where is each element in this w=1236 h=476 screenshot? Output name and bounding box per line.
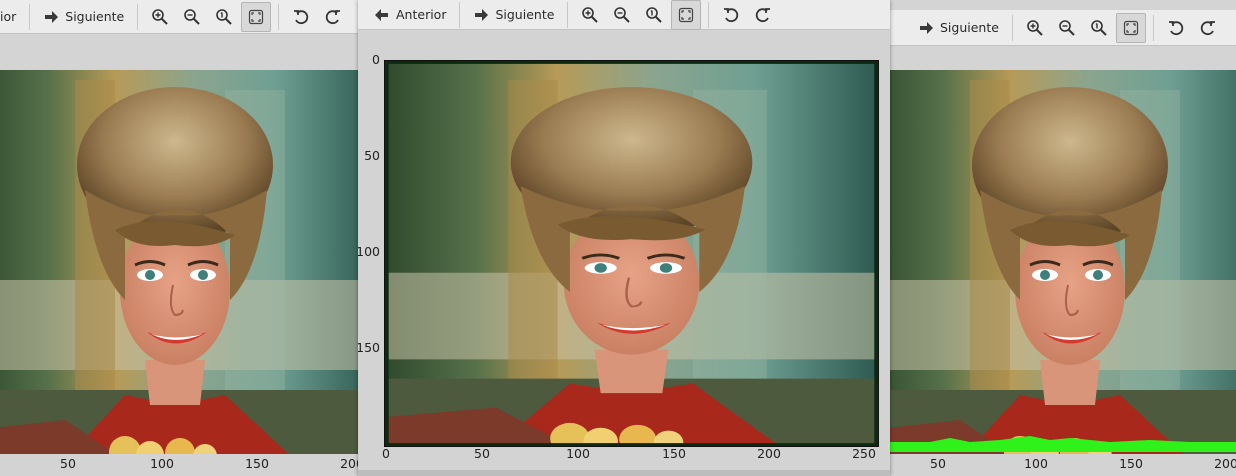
center-image (384, 60, 879, 447)
y-tick-label: 50 (364, 148, 380, 163)
rotate-left-button[interactable] (716, 0, 746, 30)
rotate-left-icon (724, 7, 739, 22)
rotate-right-button[interactable] (1193, 13, 1223, 43)
zoom-out-icon (184, 8, 200, 25)
prev-label: ior (0, 9, 17, 24)
window-bottom-edge (358, 470, 890, 476)
fit-window-icon (1123, 20, 1139, 35)
right-canvas[interactable] (890, 70, 1236, 476)
x-tick-label: 150 (245, 456, 269, 471)
zoom-in-icon (1027, 19, 1043, 36)
x-tick-label: 250 (852, 446, 876, 461)
x-tick-label: 200 (1214, 456, 1236, 471)
x-tick-label: 100 (150, 456, 174, 471)
zoom-reset-button[interactable] (639, 0, 669, 30)
center-canvas[interactable] (358, 40, 890, 470)
next-label: Siguiente (495, 7, 555, 22)
zoom-in-icon (152, 8, 168, 25)
toolbar-separator (567, 1, 569, 28)
rotate-right-icon (756, 7, 771, 22)
rotate-left-button[interactable] (1161, 13, 1191, 43)
next-button[interactable]: Siguiente (912, 13, 1005, 43)
zoom-reset-icon (1091, 19, 1107, 36)
zoom-out-button[interactable] (177, 2, 207, 32)
zoom-reset-button[interactable] (209, 2, 239, 32)
fit-window-button[interactable] (1115, 12, 1146, 43)
zoom-in-button[interactable] (1020, 13, 1050, 43)
toolbar-separator (1152, 14, 1154, 41)
x-tick-label: 50 (474, 446, 490, 461)
rotate-left-button[interactable] (286, 2, 316, 32)
rotate-right-icon (1200, 20, 1215, 35)
zoom-out-icon (1059, 19, 1075, 36)
fit-window-icon (249, 9, 264, 24)
zoom-out-icon (614, 6, 631, 23)
toolbar-separator (278, 3, 280, 30)
zoom-in-button[interactable] (145, 2, 175, 32)
center-toolbar: Anterior Siguiente (358, 0, 890, 30)
left-toolbar: ior Siguiente (0, 0, 358, 34)
zoom-reset-icon (646, 6, 663, 23)
fit-window-icon (679, 7, 694, 22)
y-tick-label: 100 (358, 244, 380, 259)
rotate-right-button[interactable] (318, 2, 348, 32)
center-viewer-window: Anterior Siguiente 0 50 100 150 0 50 100… (358, 0, 890, 476)
fit-window-button[interactable] (671, 0, 702, 30)
left-image (0, 70, 358, 454)
x-tick-label: 100 (1024, 456, 1048, 471)
toolbar-separator (708, 1, 710, 28)
left-canvas[interactable] (0, 69, 358, 476)
zoom-reset-icon (216, 8, 232, 25)
rotate-right-button[interactable] (748, 0, 778, 30)
zoom-reset-button[interactable] (1084, 13, 1114, 43)
zoom-out-button[interactable] (1052, 13, 1082, 43)
rotate-right-icon (326, 9, 341, 24)
x-tick-label: 100 (566, 446, 590, 461)
toolbar-separator (137, 3, 139, 30)
next-label: Siguiente (940, 20, 999, 35)
next-button[interactable]: Siguiente (467, 0, 560, 30)
x-tick-label: 200 (340, 456, 358, 471)
arrow-left-icon (375, 8, 388, 21)
next-label: Siguiente (65, 9, 125, 24)
next-button[interactable]: Siguiente (37, 2, 130, 32)
right-toolbar: Siguiente (890, 10, 1236, 46)
zoom-in-icon (582, 6, 599, 23)
toolbar-separator (459, 1, 461, 28)
right-image (890, 70, 1236, 454)
toolbar-separator (29, 3, 31, 30)
green-highlight-region (890, 434, 1236, 452)
zoom-out-button[interactable] (607, 0, 637, 30)
fit-window-button[interactable] (241, 1, 272, 32)
x-tick-label: 50 (60, 456, 76, 471)
x-tick-label: 200 (757, 446, 781, 461)
prev-button[interactable]: ior (0, 2, 22, 32)
rotate-left-icon (1168, 20, 1184, 35)
toolbar-separator (1011, 14, 1013, 41)
x-tick-label: 150 (1119, 456, 1143, 471)
x-tick-label: 50 (930, 456, 946, 471)
zoom-in-button[interactable] (575, 0, 605, 30)
rotate-left-icon (294, 9, 309, 24)
right-viewer-window: Siguiente 50 100 150 200 (890, 0, 1236, 476)
x-tick-label: 150 (662, 446, 686, 461)
arrow-right-icon (475, 8, 489, 21)
prev-button[interactable]: Anterior (368, 0, 452, 30)
y-tick-label: 150 (358, 340, 380, 355)
left-viewer-window: ior Siguiente 50 100 150 20 (0, 0, 358, 476)
prev-label: Anterior (396, 7, 447, 22)
arrow-right-icon (920, 21, 933, 34)
arrow-right-icon (45, 10, 59, 23)
y-tick-label: 0 (372, 52, 380, 67)
x-tick-label: 0 (382, 446, 390, 461)
